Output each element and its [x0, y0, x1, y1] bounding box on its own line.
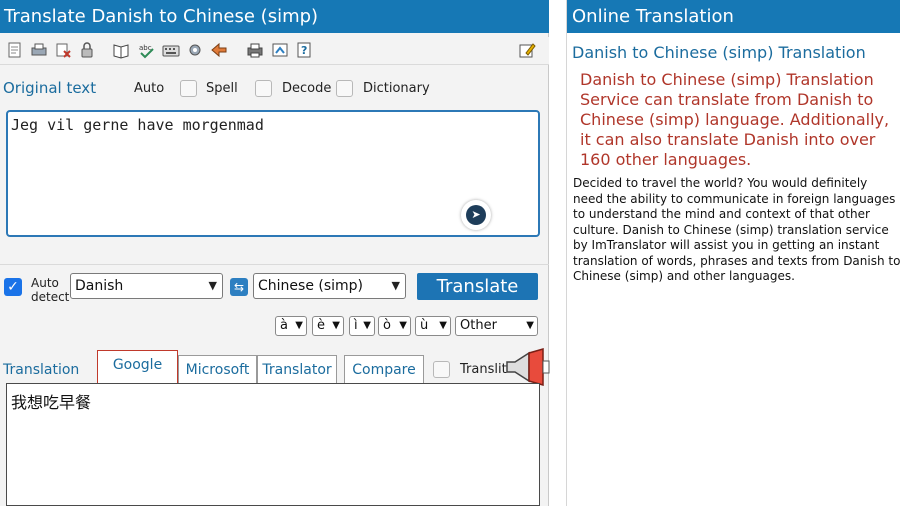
accent-u-value: ù: [420, 318, 429, 333]
accent-other-select[interactable]: Other ▼: [455, 316, 538, 336]
translation-output[interactable]: 我想吃早餐: [6, 383, 540, 506]
accent-other-value: Other: [460, 318, 497, 333]
auto-detect-line2: detect: [31, 290, 70, 304]
chevron-down-icon: ▼: [391, 279, 400, 292]
tab-google[interactable]: Google: [97, 350, 178, 384]
clear-icon[interactable]: [54, 40, 72, 60]
chevron-down-icon: ▼: [295, 320, 303, 331]
translator-title: Translate Danish to Chinese (simp): [0, 0, 549, 33]
info-panel: Online Translation Danish to Chinese (si…: [566, 0, 900, 506]
spell-option-label: Spell: [206, 81, 238, 96]
auto-checkbox[interactable]: [180, 80, 197, 97]
chevron-down-icon: ▼: [332, 320, 340, 331]
print-icon[interactable]: [30, 40, 48, 60]
to-language-select[interactable]: Chinese (simp) ▼: [253, 273, 406, 299]
svg-text:?: ?: [301, 44, 307, 57]
settings-icon[interactable]: [186, 40, 204, 60]
share-icon[interactable]: [271, 40, 289, 60]
lock-icon[interactable]: [78, 40, 96, 60]
source-text-input[interactable]: Jeg vil gerne have morgenmad: [6, 110, 540, 237]
chevron-down-icon: ▼: [526, 320, 534, 331]
chevron-down-icon: ▼: [399, 320, 407, 331]
auto-detect-label: Auto detect: [31, 276, 69, 304]
from-language-select[interactable]: Danish ▼: [70, 273, 223, 299]
accent-u-select[interactable]: ù ▼: [415, 316, 451, 336]
accent-i-select[interactable]: ì ▼: [349, 316, 375, 336]
tab-translator[interactable]: Translator: [257, 355, 337, 383]
swap-languages-icon[interactable]: ⇆: [230, 278, 248, 296]
spell-checkbox[interactable]: [255, 80, 272, 97]
toolbar: abc ?: [0, 37, 549, 65]
translation-label: Translation: [3, 362, 80, 378]
swap-direction-icon: ➤: [466, 205, 486, 225]
keyboard-icon[interactable]: [162, 40, 180, 60]
auto-option-label: Auto: [134, 81, 165, 96]
auto-detect-checkbox[interactable]: ✓: [4, 278, 22, 296]
spell-check-icon[interactable]: abc: [138, 40, 156, 60]
speaker-icon[interactable]: [503, 347, 553, 387]
original-text-label: Original text: [3, 79, 97, 97]
accent-o-value: ò: [383, 318, 391, 333]
info-body: Decided to travel the world? You would d…: [573, 176, 900, 283]
document-icon[interactable]: [6, 40, 24, 60]
info-description: Danish to Chinese (simp) Translation Ser…: [580, 70, 890, 169]
printer-icon[interactable]: [246, 40, 264, 60]
accent-i-value: ì: [354, 318, 358, 333]
edit-icon[interactable]: [518, 40, 536, 60]
decode-checkbox[interactable]: [336, 80, 353, 97]
accent-a-select[interactable]: à ▼: [275, 316, 307, 336]
tab-microsoft[interactable]: Microsoft: [178, 355, 257, 383]
info-title: Online Translation: [567, 0, 900, 33]
accent-o-select[interactable]: ò ▼: [378, 316, 411, 336]
help-icon[interactable]: ?: [295, 40, 313, 60]
decode-option-label: Decode: [282, 81, 332, 96]
accent-e-value: è: [317, 318, 325, 333]
to-language-value: Chinese (simp): [258, 278, 364, 294]
dictionary-icon[interactable]: [112, 40, 130, 60]
translit-label: Translit: [460, 362, 507, 377]
translate-button[interactable]: Translate: [417, 273, 538, 300]
translator-panel: Translate Danish to Chinese (simp) abc ?…: [0, 0, 550, 506]
auto-detect-line1: Auto: [31, 276, 59, 290]
back-icon[interactable]: [210, 40, 228, 60]
chevron-down-icon: ▼: [208, 279, 217, 292]
accent-a-value: à: [280, 318, 288, 333]
swap-direction-button[interactable]: ➤: [461, 200, 491, 230]
from-language-value: Danish: [75, 278, 124, 294]
translit-checkbox[interactable]: [433, 361, 450, 378]
info-subtitle: Danish to Chinese (simp) Translation: [572, 43, 866, 62]
accent-e-select[interactable]: è ▼: [312, 316, 344, 336]
tab-compare[interactable]: Compare: [344, 355, 424, 383]
dictionary-option-label: Dictionary: [363, 81, 430, 96]
chevron-down-icon: ▼: [363, 320, 371, 331]
divider: [0, 264, 549, 265]
chevron-down-icon: ▼: [439, 320, 447, 331]
